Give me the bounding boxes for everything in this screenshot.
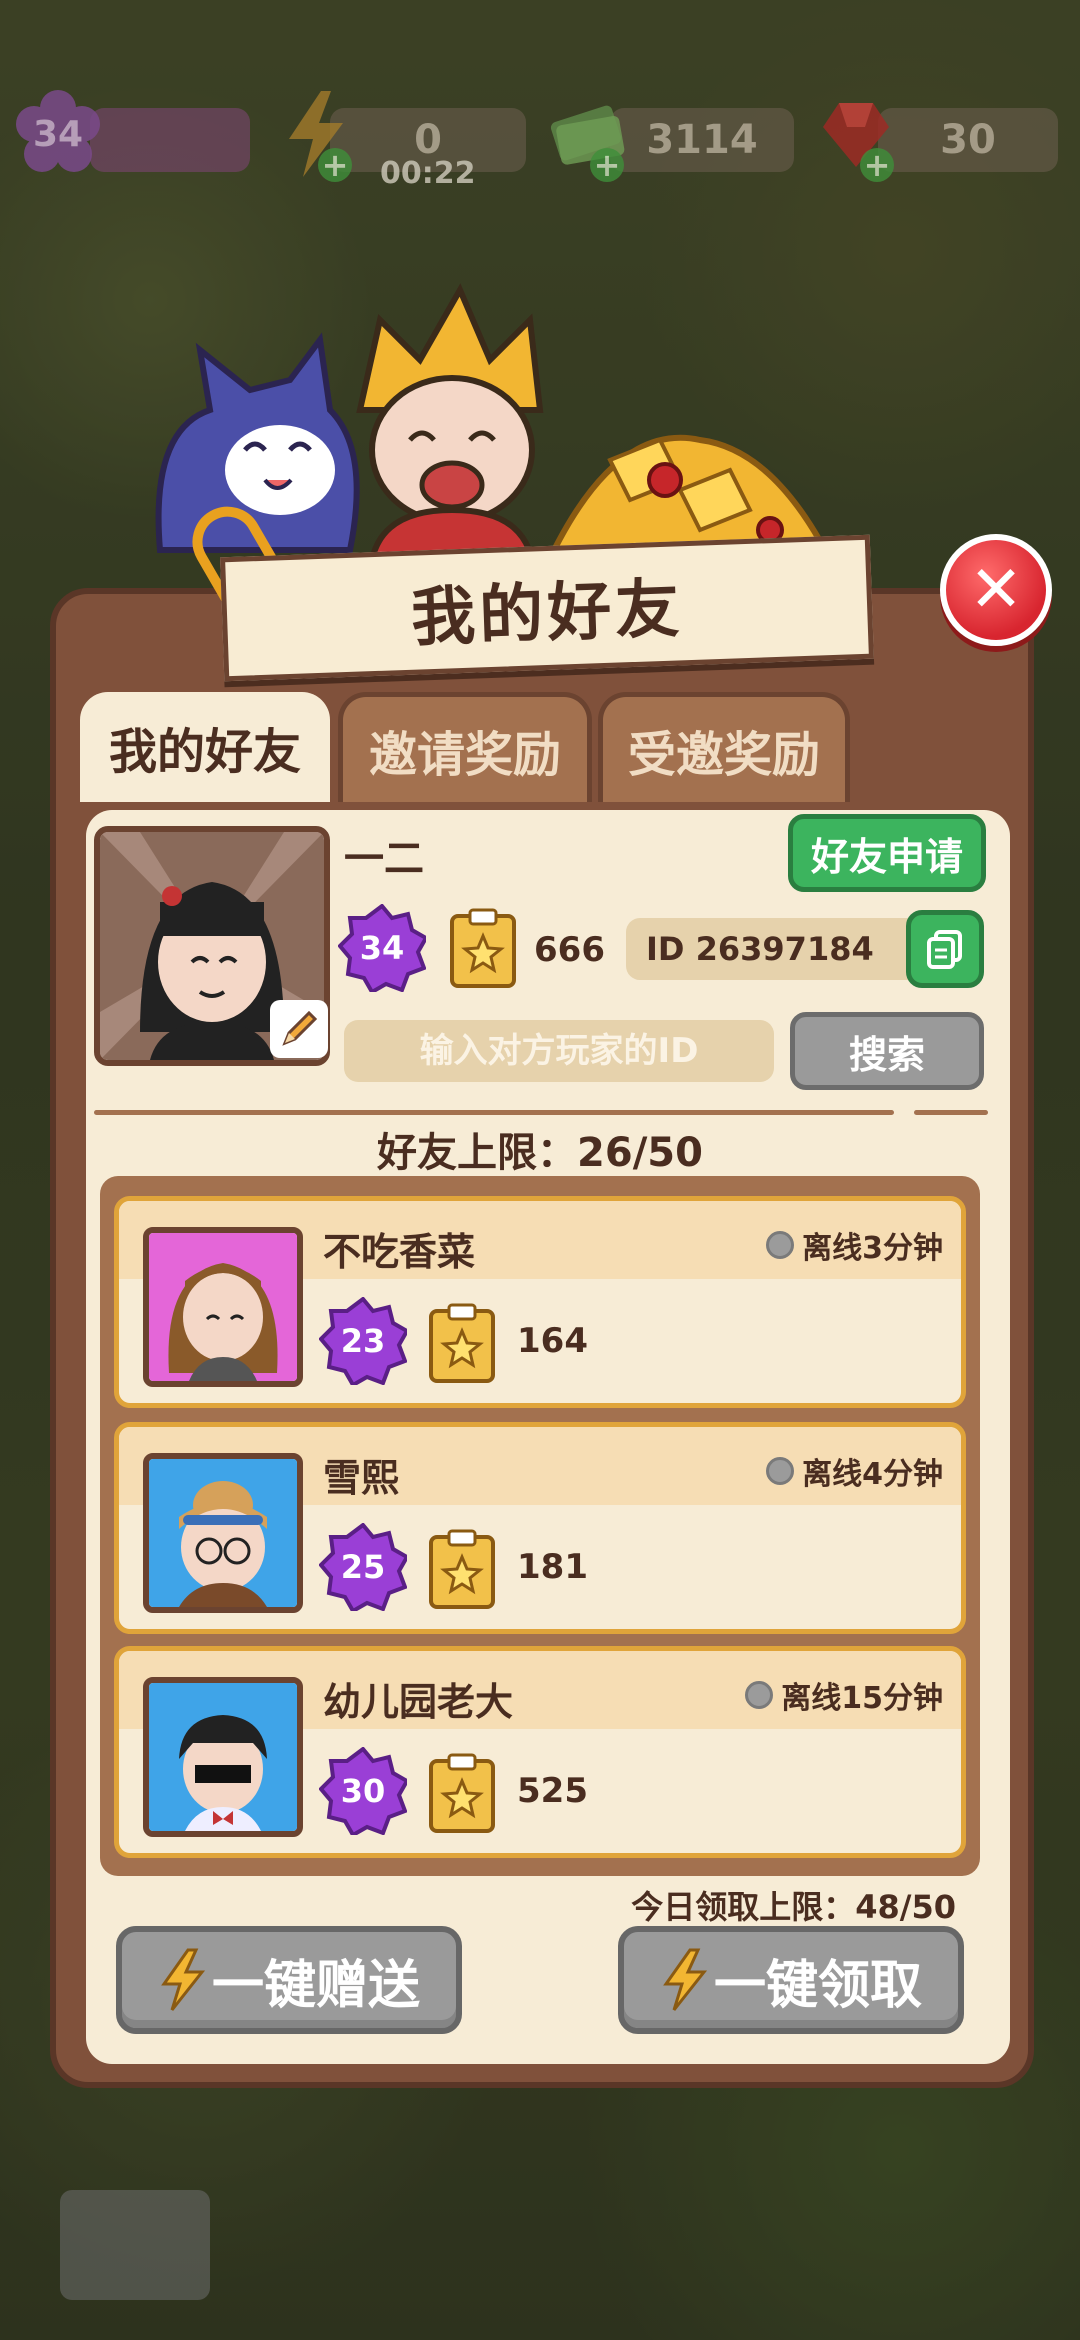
friend-name: 幼儿园老大 (323, 1680, 514, 1724)
cash-bar: 3114 (610, 108, 794, 172)
friend-card[interactable]: 幼儿园老大 离线15分钟 30 525 (114, 1646, 966, 1858)
friend-level-badge: 23 (319, 1297, 407, 1385)
offline-dot-icon (745, 1681, 774, 1709)
gem-value: 30 (940, 117, 996, 163)
friend-name: 雪熙 (323, 1456, 400, 1500)
energy-timer: 00:22 (380, 156, 476, 191)
friend-status-text: 离线4分钟 (802, 1457, 943, 1492)
friend-avatar[interactable] (143, 1677, 303, 1837)
lightning-icon[interactable]: + (270, 88, 362, 182)
energy-plus-icon[interactable]: + (318, 148, 352, 182)
friend-limit: 好友上限：26/50 (377, 1130, 703, 1176)
cash-icon[interactable]: + (540, 88, 632, 182)
friend-status-text: 离线3分钟 (802, 1231, 943, 1266)
friend-status-text: 离线15分钟 (781, 1681, 943, 1716)
tab-my-friends-label: 我的好友 (108, 724, 301, 780)
friend-level-value: 30 (340, 1772, 386, 1810)
cash-value: 3114 (646, 117, 758, 163)
tab-invite-rewards[interactable]: 邀请奖励 (338, 692, 592, 802)
dialog-title: 我的好友 (410, 572, 685, 656)
friend-level-badge: 30 (319, 1747, 407, 1835)
tab-invite-rewards-label: 邀请奖励 (368, 726, 561, 783)
tab-my-friends[interactable]: 我的好友 (80, 692, 330, 802)
friend-score: 181 (517, 1547, 588, 1587)
close-button[interactable]: ✕ (940, 534, 1052, 646)
cash-plus-icon[interactable]: + (590, 148, 624, 182)
clipboard-star-icon (429, 1753, 495, 1833)
level-bar (90, 108, 250, 172)
copy-id-button[interactable] (906, 910, 984, 988)
friend-status: 离线15分钟 (745, 1673, 943, 1717)
send-all-button[interactable]: 一键赠送 (116, 1926, 462, 2034)
flower-level-icon: 34 (12, 88, 104, 180)
my-id-display: ID 26397184 (626, 918, 930, 980)
my-level-value: 34 (359, 929, 405, 967)
clipboard-star-icon (429, 1529, 495, 1609)
offline-dot-icon (766, 1457, 795, 1485)
friend-score: 164 (517, 1321, 588, 1361)
daily-claim-limit: 今日领取上限：48/50 (631, 1888, 956, 1926)
clipboard-star-icon (450, 908, 516, 988)
search-button-label: 搜索 (848, 1032, 925, 1077)
friend-avatar[interactable] (143, 1453, 303, 1613)
friend-request-button[interactable]: 好友申请 (788, 814, 986, 892)
clipboard-star-icon (429, 1303, 495, 1383)
pencil-icon (282, 1010, 318, 1046)
edit-avatar-button[interactable] (270, 1000, 328, 1058)
king-character (356, 283, 544, 580)
friend-level-value: 23 (340, 1322, 386, 1360)
ruby-icon[interactable]: + (810, 88, 902, 182)
copy-icon (927, 930, 962, 969)
my-level-badge: 34 (338, 904, 426, 992)
friend-score: 525 (517, 1771, 588, 1811)
friend-level-badge: 25 (319, 1523, 407, 1611)
friend-request-label: 好友申请 (810, 834, 963, 879)
claim-all-label: 一键领取 (713, 1955, 922, 2016)
lightning-icon (663, 1948, 708, 2011)
divider (94, 1110, 894, 1115)
gem-bar: 30 (878, 108, 1058, 172)
send-all-label: 一键赠送 (211, 1955, 420, 2016)
friend-card[interactable]: 雪熙 离线4分钟 25 181 (114, 1422, 966, 1634)
dialog-title-banner: 我的好友 (220, 534, 874, 682)
divider (914, 1110, 988, 1115)
friend-status: 离线3分钟 (766, 1223, 943, 1267)
friend-status: 离线4分钟 (766, 1449, 943, 1493)
gem-plus-icon[interactable]: + (860, 148, 894, 182)
tab-invited-rewards-label: 受邀奖励 (627, 726, 820, 783)
camera-decoration (60, 2190, 210, 2300)
claim-all-button[interactable]: 一键领取 (618, 1926, 964, 2034)
lightning-icon (161, 1948, 206, 2011)
my-name: 一二 (344, 836, 424, 882)
my-score: 666 (534, 930, 605, 970)
friend-avatar[interactable] (143, 1227, 303, 1387)
tab-invited-rewards[interactable]: 受邀奖励 (598, 692, 850, 802)
level-value: 34 (32, 113, 84, 155)
offline-dot-icon (766, 1231, 795, 1259)
friend-name: 不吃香菜 (323, 1230, 476, 1274)
search-button[interactable]: 搜索 (790, 1012, 984, 1090)
cat-mascot (155, 332, 360, 553)
my-id-text: ID 26397184 (646, 930, 874, 968)
close-icon: ✕ (969, 553, 1023, 627)
friend-level-value: 25 (340, 1548, 386, 1586)
friend-card[interactable]: 不吃香菜 离线3分钟 23 164 (114, 1196, 966, 1408)
player-id-search-input[interactable] (344, 1020, 774, 1082)
